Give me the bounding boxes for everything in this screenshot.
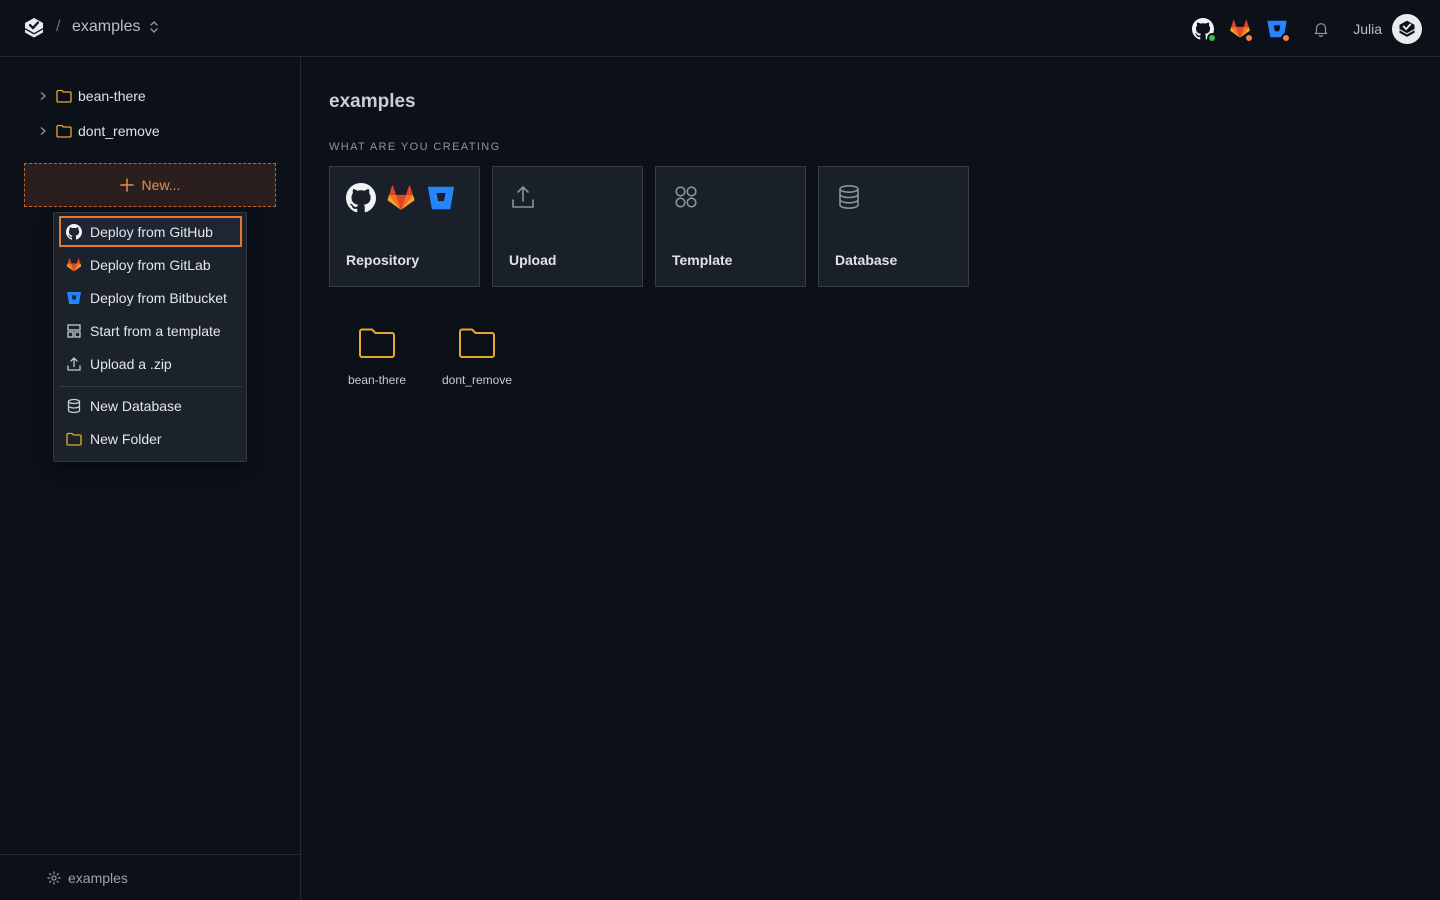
chevron-up-down-icon	[150, 21, 159, 33]
database-icon	[839, 184, 859, 210]
gitlab-status-dot	[1244, 33, 1255, 43]
folder-icon	[359, 328, 395, 358]
card-database[interactable]: Database	[818, 166, 969, 287]
folder-icon	[56, 89, 72, 103]
card-template[interactable]: Template	[655, 166, 806, 287]
bitbucket-status-dot	[1281, 33, 1292, 43]
upload-icon	[512, 186, 534, 208]
card-icons	[509, 183, 537, 211]
menu-item-new-folder[interactable]: New Folder	[59, 423, 242, 454]
menu-item-label: Deploy from GitLab	[90, 256, 211, 273]
menu-item-start-template[interactable]: Start from a template	[59, 315, 242, 346]
menu-item-label: Deploy from Bitbucket	[90, 289, 227, 306]
github-icon[interactable]	[1189, 15, 1218, 43]
gitlab-icon	[387, 185, 415, 210]
folder-icon	[459, 328, 495, 358]
card-label: Upload	[509, 252, 557, 268]
new-button-label: New...	[141, 177, 181, 193]
menu-item-label: Upload a .zip	[90, 355, 172, 372]
project-switcher[interactable]: examples	[72, 18, 160, 36]
gitlab-icon[interactable]	[1226, 15, 1255, 43]
avatar[interactable]	[1392, 14, 1422, 44]
menu-item-label: New Database	[90, 397, 182, 414]
folder-icon	[66, 432, 82, 446]
sidebar-item-label: dont_remove	[78, 123, 160, 139]
folder-tile-dont-remove[interactable]: dont_remove	[432, 327, 522, 387]
menu-item-label: Start from a template	[90, 322, 221, 339]
menu-item-label: Deploy from GitHub	[90, 223, 213, 240]
menu-item-new-database[interactable]: New Database	[59, 390, 242, 421]
menu-item-deploy-github[interactable]: Deploy from GitHub	[59, 216, 242, 247]
github-status-dot	[1207, 33, 1218, 43]
sidebar: bean-there dont_remove New... Deploy fro…	[0, 57, 301, 900]
sidebar-footer-settings[interactable]: examples	[0, 854, 300, 900]
plus-icon	[119, 178, 134, 192]
template-icon	[675, 186, 697, 208]
menu-item-upload-zip[interactable]: Upload a .zip	[59, 348, 242, 379]
footer-label: examples	[68, 869, 128, 886]
folder-tile-label: bean-there	[347, 373, 407, 387]
bitbucket-icon	[67, 291, 81, 304]
sidebar-item-bean-there[interactable]: bean-there	[38, 86, 146, 106]
section-label: WHAT ARE YOU CREATING	[329, 141, 501, 153]
app-logo-icon[interactable]	[22, 16, 46, 40]
breadcrumb-separator: /	[56, 18, 61, 35]
card-icons	[346, 183, 456, 213]
header-actions: Julia	[1180, 14, 1422, 44]
menu-item-deploy-gitlab[interactable]: Deploy from GitLab	[59, 249, 242, 280]
folder-tile-bean-there[interactable]: bean-there	[332, 327, 422, 387]
project-name: examples	[72, 18, 141, 35]
user-name[interactable]: Julia	[1353, 21, 1382, 37]
gear-icon	[47, 870, 61, 885]
bitbucket-icon[interactable]	[1263, 15, 1292, 43]
card-icons	[835, 183, 863, 211]
card-label: Database	[835, 252, 898, 268]
page-title: examples	[329, 91, 416, 112]
github-icon	[66, 223, 82, 240]
card-icons	[672, 183, 700, 211]
menu-item-label: New Folder	[90, 430, 162, 447]
menu-divider	[59, 386, 242, 387]
database-icon	[67, 398, 81, 413]
template-icon	[67, 323, 81, 338]
main-content: examples WHAT ARE YOU CREATING Repositor…	[301, 57, 1440, 900]
folder-tile-label: dont_remove	[441, 373, 513, 387]
card-label: Repository	[346, 252, 420, 268]
top-bar: / examples Julia	[0, 0, 1440, 57]
chevron-right-icon[interactable]	[38, 91, 48, 101]
sidebar-item-dont-remove[interactable]: dont_remove	[38, 121, 160, 141]
card-upload[interactable]: Upload	[492, 166, 643, 287]
gitlab-icon	[66, 257, 82, 271]
new-dropdown-menu: Deploy from GitHub Deploy from GitLab De…	[53, 212, 247, 462]
sidebar-item-label: bean-there	[78, 88, 146, 104]
chevron-right-icon[interactable]	[38, 126, 48, 136]
bell-icon[interactable]	[1307, 15, 1335, 43]
card-repository[interactable]: Repository	[329, 166, 480, 287]
upload-icon	[67, 356, 81, 371]
github-icon	[346, 183, 376, 213]
menu-item-deploy-bitbucket[interactable]: Deploy from Bitbucket	[59, 282, 242, 313]
new-button[interactable]: New...	[24, 163, 276, 207]
card-label: Template	[672, 252, 733, 268]
bitbucket-icon	[427, 186, 455, 210]
folder-icon	[56, 124, 72, 138]
